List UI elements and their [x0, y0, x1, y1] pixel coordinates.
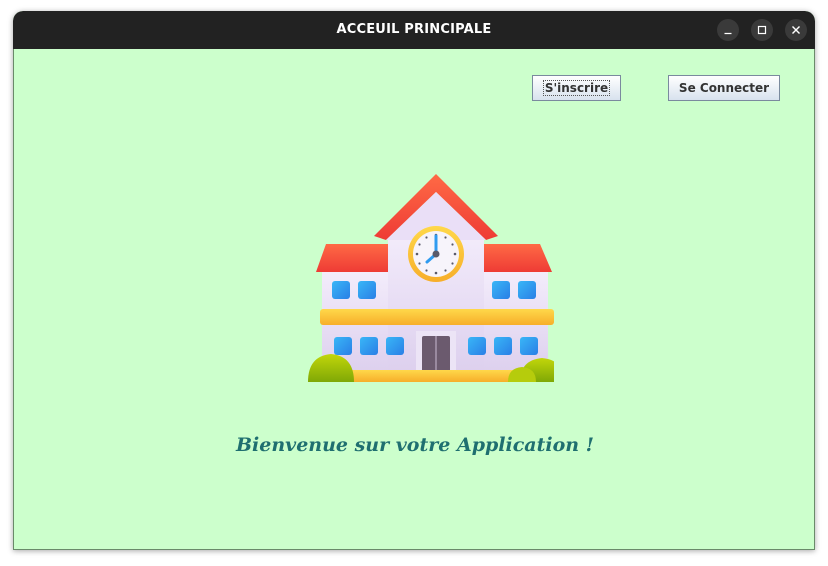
login-button-label: Se Connecter — [678, 81, 770, 95]
school-building-icon — [308, 174, 554, 382]
minimize-button[interactable] — [717, 19, 739, 41]
register-button-label: S'inscrire — [542, 80, 611, 96]
close-button[interactable] — [785, 19, 807, 41]
close-icon — [792, 26, 800, 34]
maximize-icon — [757, 25, 767, 35]
login-button[interactable]: Se Connecter — [668, 75, 780, 101]
app-window: ACCEUIL PRINCIPALE S'inscrire Se Connect… — [13, 11, 815, 550]
maximize-button[interactable] — [751, 19, 773, 41]
minimize-icon — [724, 32, 732, 35]
window-title: ACCEUIL PRINCIPALE — [336, 22, 492, 37]
title-bar[interactable]: ACCEUIL PRINCIPALE — [13, 11, 815, 49]
register-button[interactable]: S'inscrire — [532, 75, 621, 101]
welcome-message: Bienvenue sur votre Application ! — [235, 434, 595, 456]
main-panel: S'inscrire Se Connecter Bienvenue sur vo… — [13, 49, 815, 550]
